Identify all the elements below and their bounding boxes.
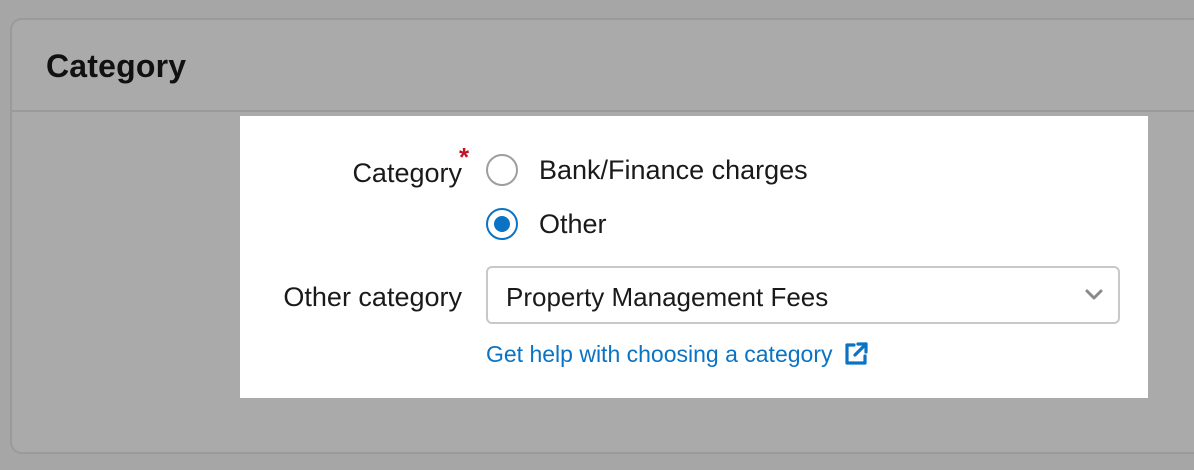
other-category-label: Other category [283, 282, 462, 312]
radio-button-other[interactable] [486, 208, 518, 240]
radio-option-bank-finance[interactable]: Bank/Finance charges [486, 154, 808, 186]
chevron-down-icon[interactable] [1084, 288, 1104, 302]
help-category-link[interactable]: Get help with choosing a category [486, 340, 870, 368]
radio-option-other[interactable]: Other [486, 208, 607, 240]
radio-button-bank-finance[interactable] [486, 154, 518, 186]
category-form: Category * Bank/Finance charges Other Ot… [240, 116, 1148, 398]
panel-title: Category [46, 48, 187, 84]
help-link-text[interactable]: Get help with choosing a category [486, 341, 832, 368]
panel-header: Category [12, 20, 1194, 112]
radio-label-bank-finance[interactable]: Bank/Finance charges [539, 155, 808, 186]
other-category-select[interactable]: Property Management Fees [486, 266, 1120, 324]
other-category-value[interactable]: Property Management Fees [506, 282, 828, 313]
radio-label-other[interactable]: Other [539, 209, 607, 240]
external-link-icon[interactable] [842, 340, 870, 368]
required-marker: * [459, 142, 470, 172]
category-label: Category [352, 158, 462, 188]
